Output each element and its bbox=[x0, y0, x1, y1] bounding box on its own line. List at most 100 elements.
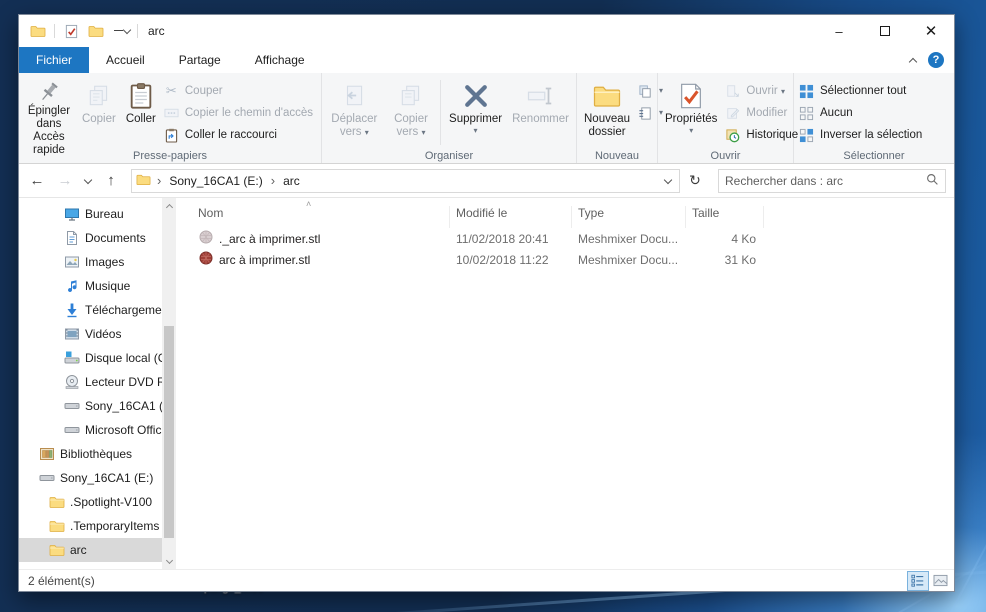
file-list: ˄ Nom Modifié le Type Taille ._arc à imp… bbox=[176, 198, 954, 569]
file-row[interactable]: ._arc à imprimer.stl 11/02/2018 20:41 Mesh… bbox=[188, 228, 954, 249]
sidebar-item-label: LEMEUR bbox=[70, 567, 120, 569]
edit-button[interactable]: Modifier bbox=[722, 103, 804, 123]
group-label-organize: Organiser bbox=[424, 150, 474, 162]
open-button[interactable]: Ouvrir ▾ bbox=[722, 81, 804, 101]
column-header-modifie[interactable]: Modifié le bbox=[450, 206, 572, 228]
tab-partage[interactable]: Partage bbox=[162, 47, 238, 73]
sidebar-item-temporaryitems[interactable]: .TemporaryItems bbox=[19, 514, 176, 538]
copy-button[interactable]: Copier bbox=[77, 76, 121, 147]
sidebar-item-sony-16ca1-e[interactable]: Sony_16CA1 (E:) bbox=[19, 466, 176, 490]
qat-new-folder-icon[interactable] bbox=[87, 22, 105, 40]
select-none-button[interactable]: Aucun bbox=[796, 103, 928, 123]
group-label-new: Nouveau bbox=[594, 150, 640, 162]
paste-shortcut-button[interactable]: Coller le raccourci bbox=[161, 125, 319, 145]
details-view-button[interactable] bbox=[907, 570, 929, 591]
delete-button[interactable]: Supprimer ▾ bbox=[444, 76, 507, 147]
sidebar-item-t-l-chargements[interactable]: Téléchargements bbox=[19, 298, 176, 322]
paste-button[interactable]: Coller bbox=[121, 76, 161, 147]
up-icon[interactable]: ↑ bbox=[99, 169, 123, 193]
sidebar-item-lemeur[interactable]: LEMEUR bbox=[19, 562, 176, 569]
open-icon bbox=[724, 84, 741, 98]
select-all-button[interactable]: Sélectionner tout bbox=[796, 81, 928, 101]
breadcrumb-folder[interactable]: arc bbox=[281, 174, 302, 188]
close-button[interactable]: ✕ bbox=[908, 15, 954, 47]
select-none-icon bbox=[798, 106, 815, 121]
column-header-taille[interactable]: Taille bbox=[686, 206, 764, 228]
copy-icon bbox=[86, 79, 112, 113]
group-label-select: Sélectionner bbox=[843, 150, 905, 162]
address-dropdown-icon[interactable] bbox=[663, 175, 673, 184]
scroll-down-icon[interactable] bbox=[162, 554, 176, 569]
search-input[interactable] bbox=[725, 173, 926, 188]
column-headers: Nom Modifié le Type Taille bbox=[188, 198, 954, 228]
sidebar-item-images[interactable]: Images bbox=[19, 250, 176, 274]
scrollbar-thumb[interactable] bbox=[164, 326, 174, 538]
file-row[interactable]: arc à imprimer.stl 10/02/2018 11:22 Meshmi… bbox=[188, 249, 954, 270]
new-folder-button[interactable]: Nouveau dossier bbox=[579, 76, 635, 147]
folder-icon bbox=[49, 494, 65, 510]
sidebar-item-sony-16ca1-e[interactable]: Sony_16CA1 (E:) bbox=[19, 394, 176, 418]
sidebar-item-lecteur-dvd-rw-d[interactable]: Lecteur DVD RW (D:) bbox=[19, 370, 176, 394]
stl-light-icon bbox=[198, 229, 214, 248]
sidebar-scrollbar[interactable] bbox=[162, 198, 176, 569]
scroll-up-icon[interactable] bbox=[162, 198, 176, 213]
file-modified: 10/02/2018 11:22 bbox=[456, 252, 549, 267]
breadcrumb-drive[interactable]: Sony_16CA1 (E:) bbox=[167, 174, 264, 188]
sidebar-item-vid-os[interactable]: Vidéos bbox=[19, 322, 176, 346]
sidebar-item-disque-local-c[interactable]: Disque local (C:) bbox=[19, 346, 176, 370]
tab-affichage[interactable]: Affichage bbox=[238, 47, 322, 73]
column-header-nom[interactable]: Nom bbox=[188, 206, 450, 228]
sidebar-item-musique[interactable]: Musique bbox=[19, 274, 176, 298]
collapse-ribbon-icon[interactable] bbox=[908, 57, 918, 66]
status-bar: 2 élément(s) bbox=[19, 569, 954, 591]
sidebar-item-label: Disque local (C:) bbox=[85, 351, 174, 365]
rename-button[interactable]: Renommer bbox=[507, 76, 574, 147]
sidebar-item-spotlight-v100[interactable]: .Spotlight-V100 bbox=[19, 490, 176, 514]
copy-path-button[interactable]: Copier le chemin d'accès bbox=[161, 103, 319, 123]
back-icon[interactable]: ← bbox=[25, 169, 49, 193]
column-header-type[interactable]: Type bbox=[572, 206, 686, 228]
copy-path-icon bbox=[163, 107, 180, 119]
file-size: 31 Ko bbox=[724, 252, 756, 267]
qat-properties-icon[interactable] bbox=[62, 22, 80, 40]
sidebar-item-label: .Spotlight-V100 bbox=[70, 495, 153, 509]
copy-to-button[interactable]: Copier vers ▾ bbox=[385, 76, 438, 147]
maximize-button[interactable] bbox=[862, 15, 908, 47]
edit-icon bbox=[724, 106, 741, 120]
sidebar-item-label: arc bbox=[70, 543, 87, 557]
sidebar-item-arc[interactable]: arc bbox=[19, 538, 176, 562]
properties-button[interactable]: Propriétés ▾ bbox=[660, 76, 722, 147]
minimize-button[interactable]: – bbox=[816, 15, 862, 47]
videos-icon bbox=[64, 326, 80, 342]
sidebar-item-bureau[interactable]: Bureau bbox=[19, 202, 176, 226]
folder-icon bbox=[49, 566, 65, 569]
history-button[interactable]: Historique bbox=[722, 125, 804, 145]
refresh-icon[interactable]: ↻ bbox=[684, 172, 706, 189]
sidebar-item-microsoft-office[interactable]: Microsoft Office bbox=[19, 418, 176, 442]
qat-customize-icon[interactable] bbox=[112, 22, 132, 40]
invert-selection-button[interactable]: Inverser la sélection bbox=[796, 125, 928, 145]
forward-icon[interactable]: → bbox=[53, 169, 77, 193]
pin-to-quick-access-button[interactable]: Épingler dans Accès rapide bbox=[21, 76, 77, 156]
sidebar-item-label: Documents bbox=[85, 231, 146, 245]
tab-fichier[interactable]: Fichier bbox=[19, 47, 90, 73]
help-icon[interactable]: ? bbox=[928, 52, 944, 68]
search-box bbox=[718, 168, 946, 193]
recent-locations-icon[interactable] bbox=[81, 169, 95, 193]
move-to-button[interactable]: Déplacer vers ▾ bbox=[324, 76, 385, 147]
breadcrumb[interactable]: › Sony_16CA1 (E:) › arc bbox=[131, 168, 680, 193]
new-folder-icon bbox=[592, 79, 622, 113]
file-type: Meshmixer Docu... bbox=[578, 231, 679, 246]
sidebar-item-biblioth-ques[interactable]: Bibliothèques bbox=[19, 442, 176, 466]
sidebar-item-documents[interactable]: Documents bbox=[19, 226, 176, 250]
thumbnail-view-button[interactable] bbox=[930, 572, 950, 590]
tab-accueil[interactable]: Accueil bbox=[89, 47, 162, 73]
divider bbox=[137, 24, 138, 38]
window-title: arc bbox=[148, 24, 165, 38]
pin-icon bbox=[36, 79, 62, 105]
file-name[interactable]: ._arc à imprimer.stl bbox=[188, 229, 450, 248]
file-name[interactable]: arc à imprimer.stl bbox=[188, 250, 450, 269]
file-size: 4 Ko bbox=[731, 231, 756, 246]
cut-button[interactable]: ✂ Couper bbox=[161, 81, 319, 101]
search-icon[interactable] bbox=[926, 173, 939, 189]
